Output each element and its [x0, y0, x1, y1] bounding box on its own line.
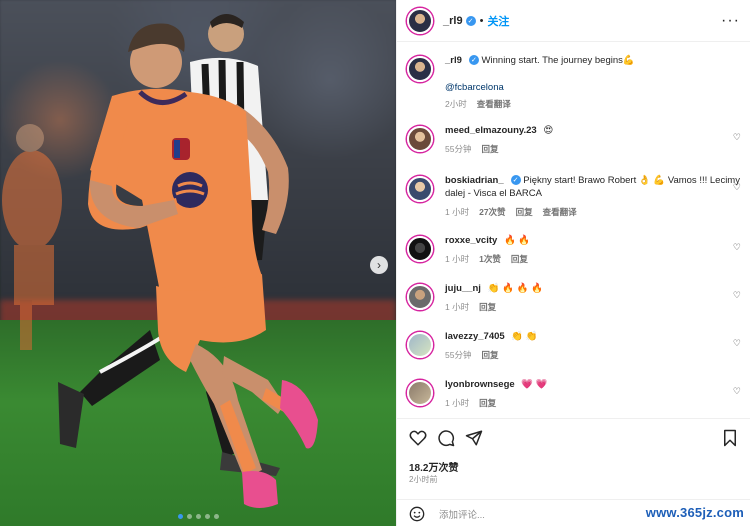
reply-button[interactable]: 回复	[516, 206, 533, 219]
heart-icon[interactable]: ♡	[733, 338, 741, 349]
reply-button[interactable]: 回复	[479, 397, 496, 410]
more-icon[interactable]: ···	[721, 12, 740, 29]
heart-icon[interactable]: ♡	[733, 242, 741, 253]
commenter-avatar[interactable]	[407, 284, 433, 310]
comment-item: boskiadrian_ ✓ Piękny start! Brawo Robert…	[407, 174, 741, 219]
comment-time: 1 小时	[445, 302, 470, 312]
commenter-avatar[interactable]	[407, 380, 433, 406]
translate-link[interactable]: 查看翻译	[477, 98, 511, 111]
caption-username[interactable]: _rl9	[445, 55, 462, 66]
post-header: _rl9 ✓ • 关注 ···	[397, 0, 750, 42]
comment-text: 😍	[543, 125, 554, 136]
bookmark-icon[interactable]	[721, 429, 739, 447]
comment-text: 🔥 🔥	[503, 235, 531, 246]
follow-button[interactable]: 关注	[487, 13, 509, 29]
caption-time: 2小时	[445, 99, 467, 109]
main-player	[88, 23, 318, 508]
comment-username[interactable]: lavezzy_7405	[445, 331, 505, 342]
likes-total[interactable]: 18.2万次赞	[409, 459, 458, 474]
heart-icon[interactable]: ♡	[733, 182, 741, 193]
comment-body: meed_elmazouny.23 😍 55分钟 回复	[445, 124, 741, 156]
translate-link[interactable]: 查看翻译	[543, 206, 577, 219]
reply-button[interactable]: 回复	[481, 349, 498, 362]
comment-item: meed_elmazouny.23 😍 55分钟 回复 ♡	[407, 124, 741, 156]
watermark: www.365jz.com	[645, 505, 744, 520]
carousel-dot	[186, 514, 192, 519]
commenter-avatar[interactable]	[407, 236, 433, 262]
comments-list[interactable]: _rl9 ✓ Winning start. The journey begins💪…	[397, 42, 750, 418]
caption-mention[interactable]: @fcbarcelona	[445, 82, 504, 93]
likes-count[interactable]: 27次赞	[479, 206, 505, 219]
commenter-avatar[interactable]	[407, 126, 433, 152]
comment-username[interactable]: boskiadrian_	[445, 175, 504, 186]
verified-badge-icon: ✓	[468, 55, 479, 66]
likes-count[interactable]: 1次赞	[479, 253, 501, 266]
header-separator: •	[479, 14, 484, 27]
comment-item: juju__nj 👏 🔥 🔥 🔥 1 小时 回复 ♡	[407, 282, 741, 314]
comment-body: juju__nj 👏 🔥 🔥 🔥 1 小时 回复	[445, 282, 741, 314]
post-side-panel: _rl9 ✓ • 关注 ··· _rl9 ✓ Winning start. The…	[396, 0, 750, 526]
comment-body: boskiadrian_ ✓ Piękny start! Brawo Robert…	[445, 174, 741, 219]
comment-input[interactable]: 添加评论...	[439, 507, 485, 521]
comment-username[interactable]: juju__nj	[445, 283, 481, 294]
comment-time: 1 小时	[445, 254, 470, 264]
comment-body: lyonbrownsege 💗 💗 1 小时 回复	[445, 378, 741, 410]
posted-time: 2小时前	[409, 475, 438, 484]
chevron-right-icon[interactable]: ›	[370, 256, 388, 274]
comment-username[interactable]: roxxe_vcity	[445, 235, 497, 246]
commenter-avatar[interactable]	[407, 332, 433, 358]
player-illustration	[2, 14, 318, 508]
comment-time: 1 小时	[445, 207, 470, 217]
comment-time: 1 小时	[445, 398, 470, 408]
heart-icon[interactable]: ♡	[733, 290, 741, 301]
caption-text: Winning start. The journey begins💪	[481, 55, 635, 66]
caption-body: _rl9 ✓ Winning start. The journey begins💪…	[445, 54, 741, 111]
carousel-dot	[195, 514, 201, 519]
verified-badge-icon: ✓	[465, 15, 476, 26]
carousel-dot	[213, 514, 219, 519]
carousel-dot	[204, 514, 210, 519]
carousel-dots	[0, 514, 396, 519]
post-photo[interactable]: ›	[0, 0, 396, 526]
comment-username[interactable]: meed_elmazouny.23	[445, 125, 537, 136]
comment-body: roxxe_vcity 🔥 🔥 1 小时 1次赞 回复	[445, 234, 741, 266]
reply-button[interactable]: 回复	[481, 143, 498, 156]
comment-item: lavezzy_7405 👏 👏 55分钟 回复 ♡	[407, 330, 741, 362]
comment-text: 👏 👏	[511, 331, 538, 342]
comment-text: 💗 💗	[521, 379, 548, 390]
reply-button[interactable]: 回复	[479, 301, 496, 314]
commenter-avatar[interactable]	[407, 176, 433, 202]
heart-icon[interactable]: ♡	[733, 386, 741, 397]
heart-icon[interactable]	[409, 429, 427, 447]
author-username[interactable]: _rl9	[443, 15, 463, 27]
background-teammate	[2, 124, 62, 350]
comment-time: 55分钟	[445, 144, 472, 154]
verified-badge-icon: ✓	[510, 175, 521, 186]
comment-username[interactable]: lyonbrownsege	[445, 379, 515, 390]
caption: _rl9 ✓ Winning start. The journey begins💪…	[407, 54, 741, 111]
comment-item: lyonbrownsege 💗 💗 1 小时 回复 ♡	[407, 378, 741, 410]
author-avatar[interactable]	[407, 56, 433, 82]
action-bar	[409, 429, 739, 449]
emoji-icon[interactable]	[409, 506, 425, 522]
heart-icon[interactable]: ♡	[733, 132, 741, 143]
comment-body: lavezzy_7405 👏 👏 55分钟 回复	[445, 330, 741, 362]
reply-button[interactable]: 回复	[511, 253, 528, 266]
comment-text: 👏 🔥 🔥 🔥	[487, 283, 543, 294]
share-icon[interactable]	[465, 429, 483, 447]
carousel-dot	[177, 514, 183, 519]
comment-icon[interactable]	[437, 429, 455, 447]
author-avatar[interactable]	[407, 7, 433, 34]
comment-item: roxxe_vcity 🔥 🔥 1 小时 1次赞 回复 ♡	[407, 234, 741, 266]
comment-time: 55分钟	[445, 350, 472, 360]
